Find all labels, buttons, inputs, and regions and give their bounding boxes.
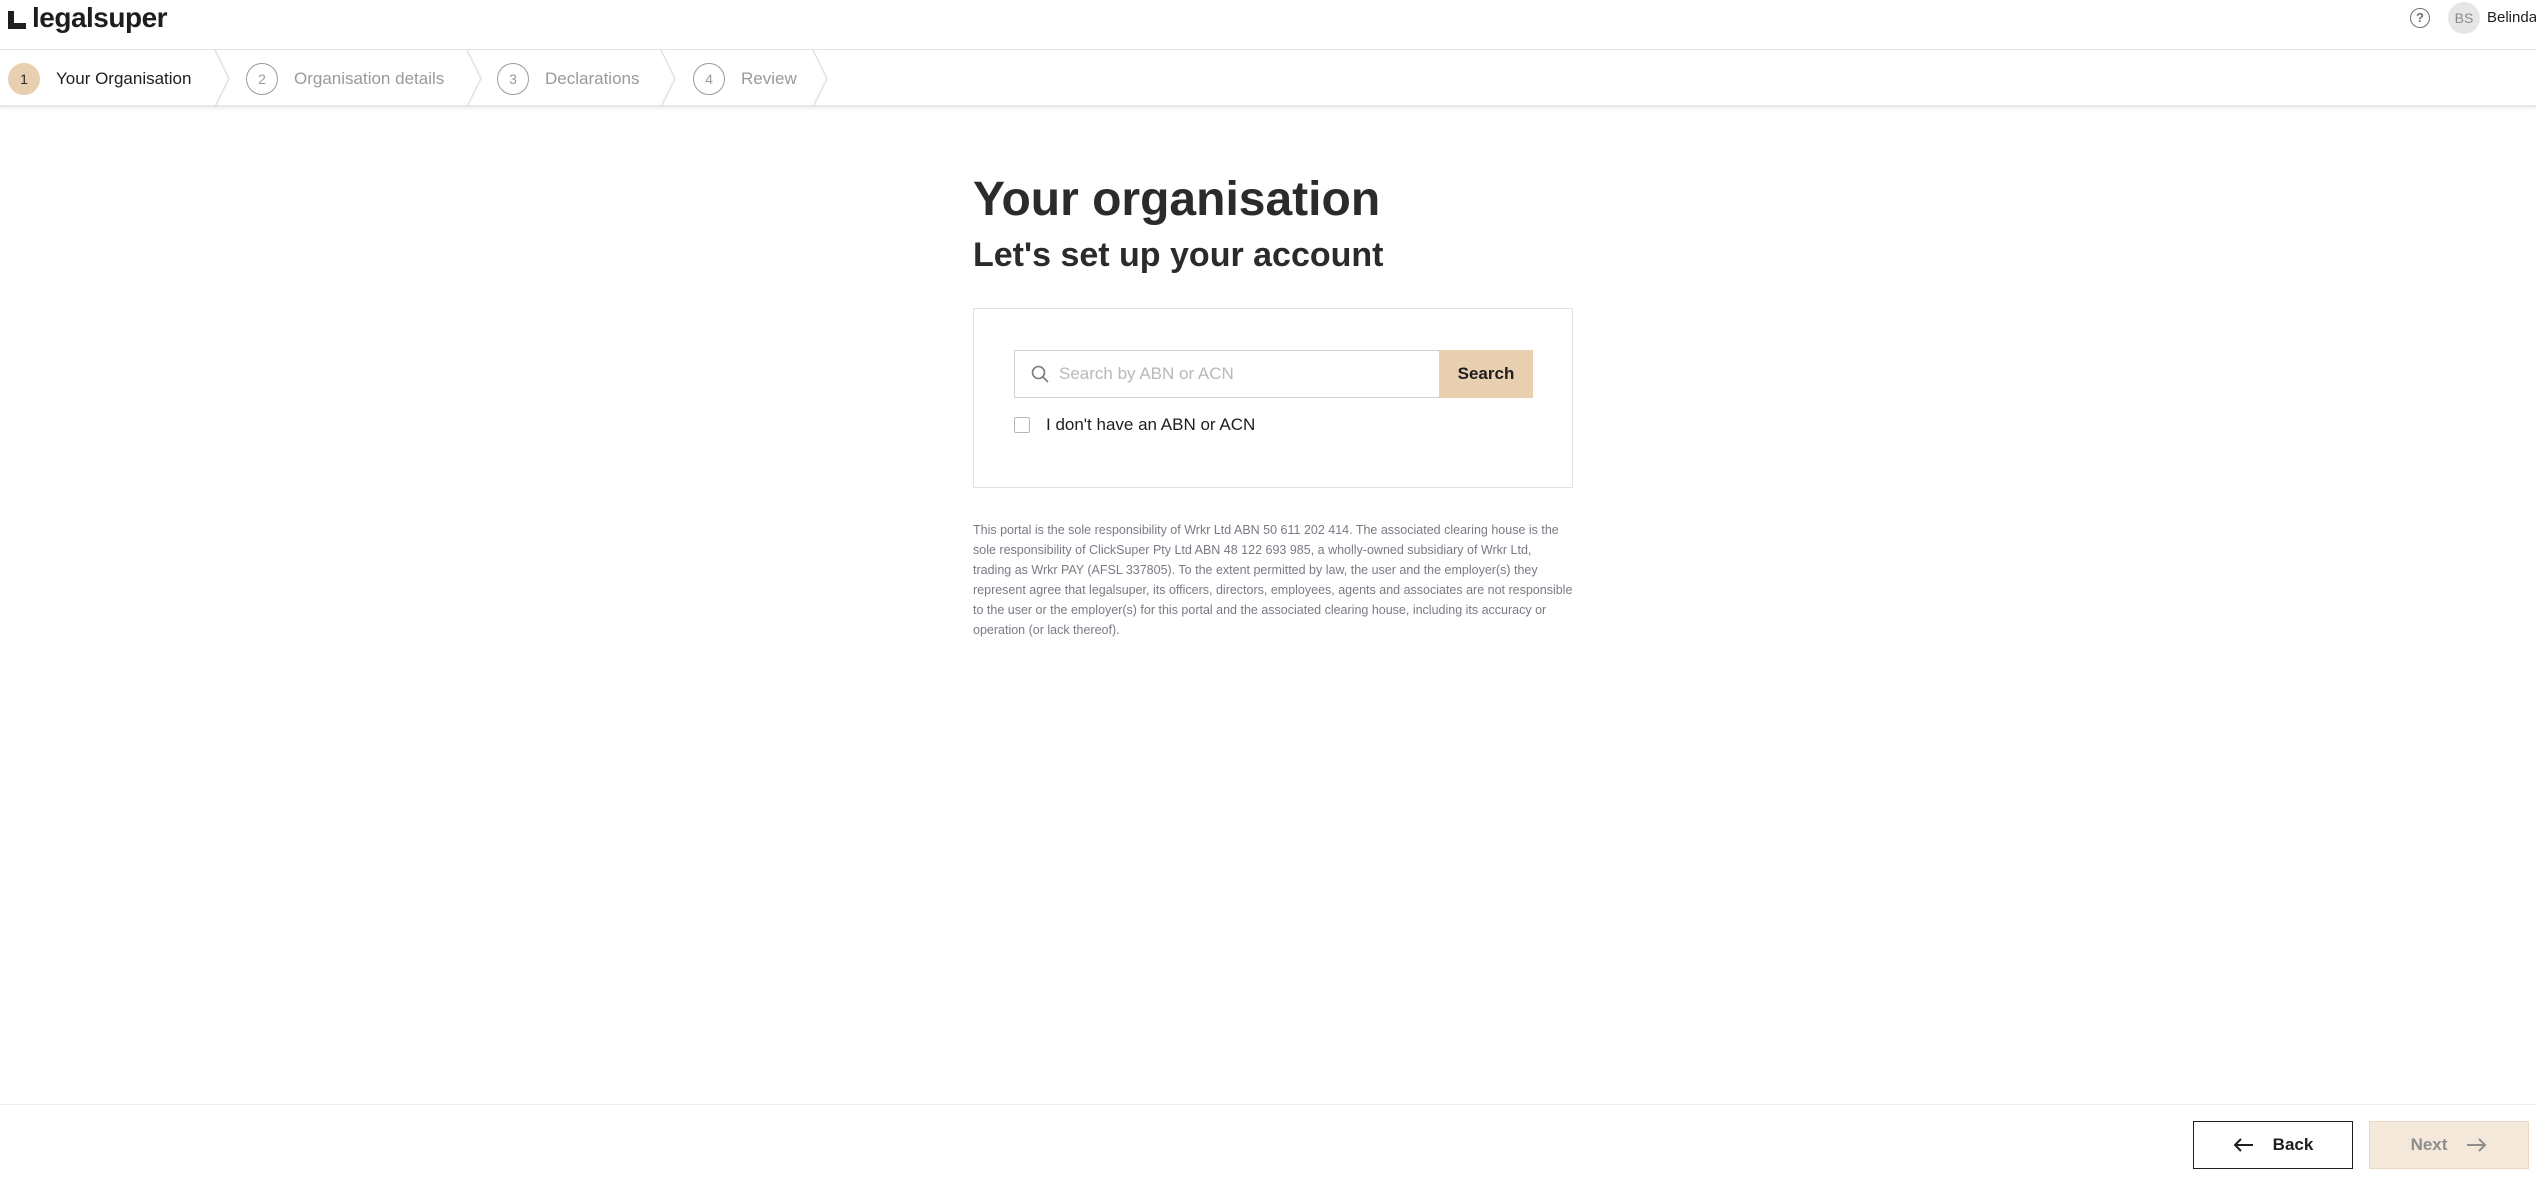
step-label: Your Organisation [56, 68, 192, 88]
step-separator-icon [812, 50, 828, 107]
back-button[interactable]: Back [2193, 1121, 2353, 1169]
search-input[interactable] [1059, 351, 1429, 396]
footer-actions: Back Next [0, 1104, 2536, 1181]
no-abn-checkbox-row[interactable]: I don't have an ABN or ACN [1014, 415, 1255, 435]
step-your-organisation[interactable]: 1 Your Organisation [8, 50, 191, 107]
step-declarations[interactable]: 3 Declarations [497, 50, 640, 107]
search-button[interactable]: Search [1439, 350, 1533, 398]
logo-mark-icon [8, 7, 28, 29]
arrow-left-icon [2233, 1138, 2253, 1152]
no-abn-checkbox[interactable] [1014, 417, 1030, 433]
search-icon [1031, 365, 1049, 383]
step-label: Review [741, 68, 797, 88]
back-button-label: Back [2272, 1135, 2314, 1154]
step-number: 3 [497, 62, 529, 95]
next-button-label: Next [2410, 1135, 2448, 1154]
page-title: Your organisation [973, 173, 1381, 226]
search-field[interactable] [1014, 350, 1439, 398]
step-number: 4 [693, 62, 725, 95]
step-number: 1 [8, 62, 40, 95]
help-icon[interactable]: ? [2410, 8, 2430, 28]
disclaimer-text: This portal is the sole responsibility o… [973, 523, 1573, 637]
avatar[interactable]: BS [2448, 2, 2480, 34]
arrow-right-icon [2467, 1138, 2487, 1152]
step-separator-icon [660, 50, 676, 107]
no-abn-checkbox-label[interactable]: I don't have an ABN or ACN [1046, 415, 1255, 435]
step-label: Organisation details [294, 68, 445, 88]
step-separator-icon [466, 50, 482, 107]
step-separator-icon [214, 50, 230, 107]
user-name[interactable]: Belinda [2487, 9, 2536, 26]
progress-stepper: 1 Your Organisation 2 Organisation detai… [0, 50, 2536, 107]
step-review[interactable]: 4 Review [693, 50, 797, 107]
top-bar: legalsuper ? BS Belinda [0, 0, 2536, 50]
step-label: Declarations [545, 68, 640, 88]
logo[interactable]: legalsuper [8, 2, 168, 34]
logo-text: legalsuper [32, 2, 168, 33]
page-subtitle: Let's set up your account [973, 236, 1384, 274]
step-number: 2 [246, 62, 278, 95]
next-button[interactable]: Next [2369, 1121, 2529, 1169]
organisation-search-card: Search I don't have an ABN or ACN [973, 308, 1573, 488]
step-organisation-details[interactable]: 2 Organisation details [246, 50, 444, 107]
